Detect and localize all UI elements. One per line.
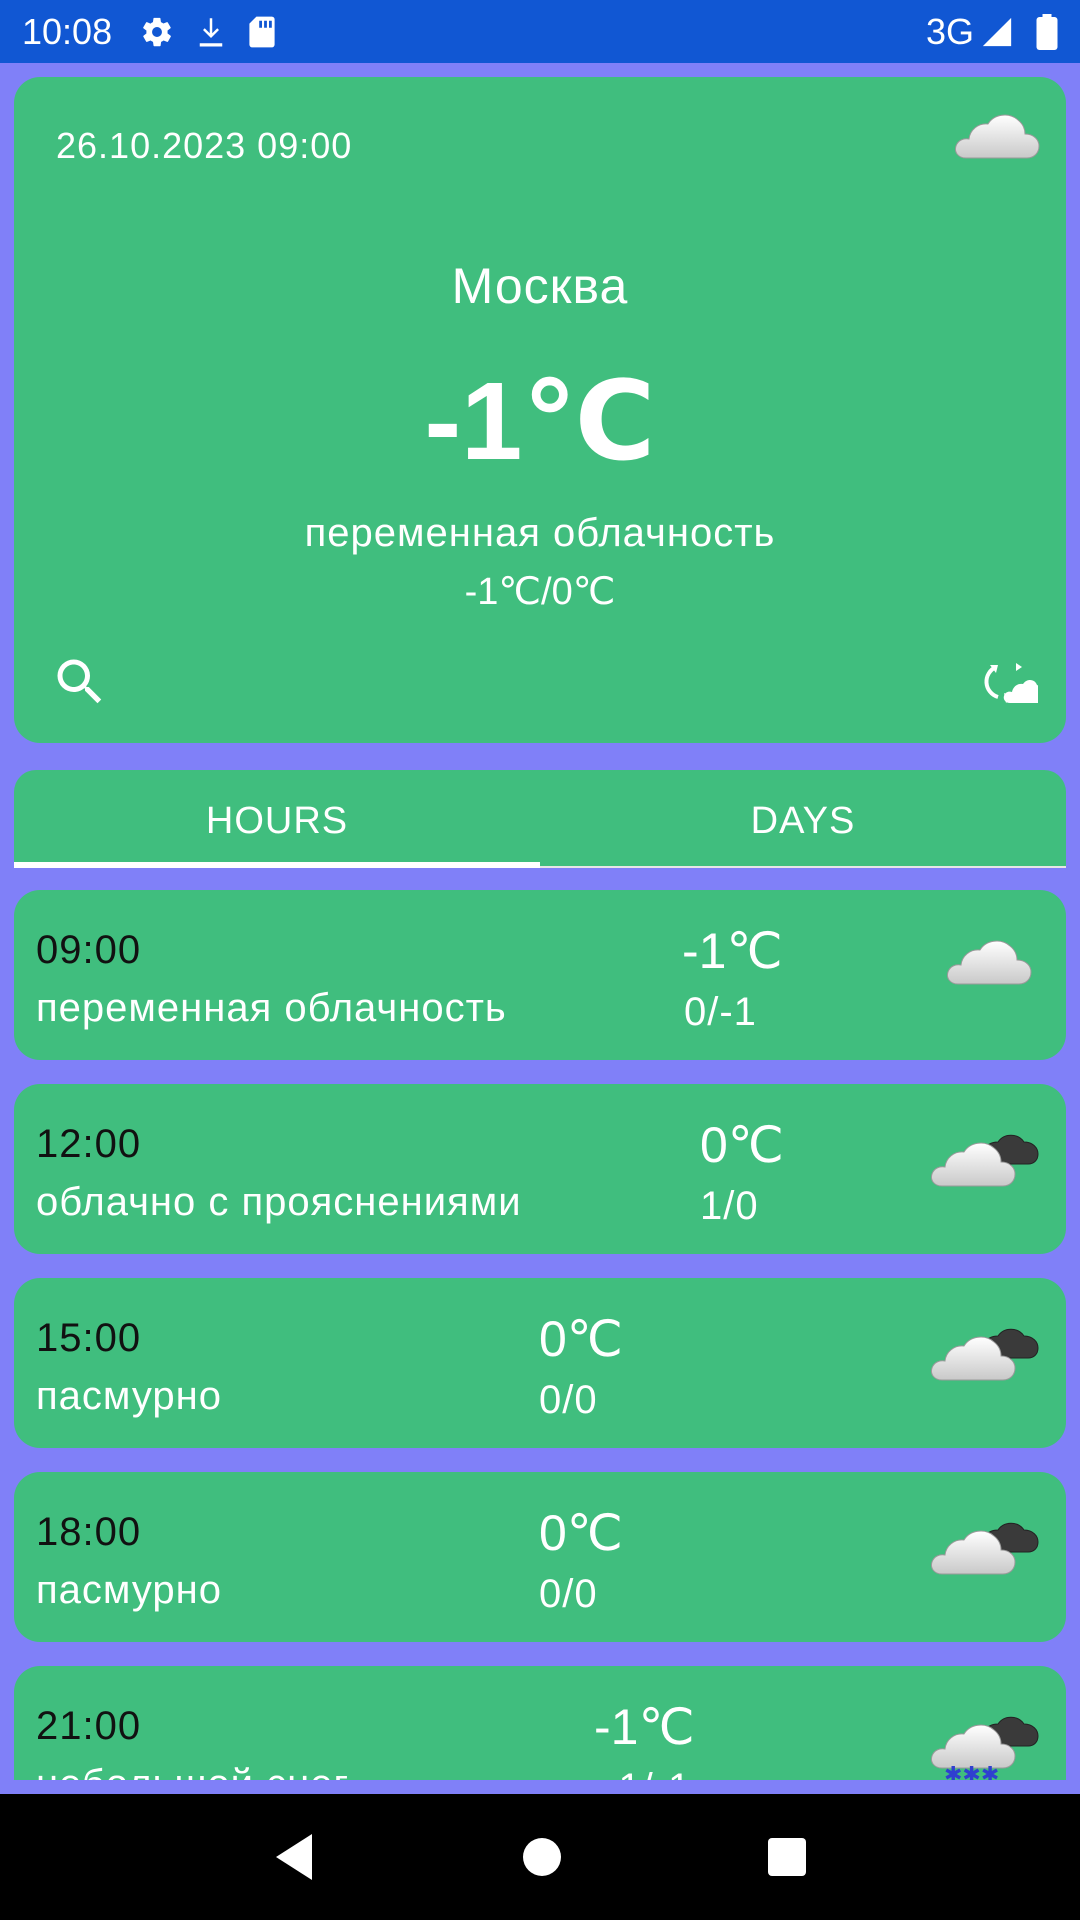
current-date: 26.10.2023 09:00 (56, 125, 353, 166)
tab-days-indicator (540, 866, 1066, 868)
hour-time: 18:00 (36, 1510, 142, 1554)
hour-condition: небольшой снег (36, 1762, 349, 1780)
hour-temp: -1℃ (682, 923, 783, 979)
network-type: 3G (925, 10, 974, 52)
cloud-icon (944, 928, 1040, 997)
tab-hours[interactable]: HOURS (14, 770, 540, 868)
status-bar: 10:08 3G (0, 0, 1080, 63)
tab-bar: HOURS DAYS (14, 770, 1066, 868)
clouds-icon (930, 1510, 1040, 1585)
svg-text:✱✱✱: ✱✱✱ (944, 1763, 999, 1780)
recents-icon[interactable] (766, 1836, 808, 1878)
current-temp: -1℃ (424, 360, 656, 483)
hour-minmax: -1/-1 (604, 1766, 691, 1780)
hour-condition: переменная облачность (36, 986, 507, 1030)
list-item[interactable]: 15:00 пасмурно 0℃ 0/0 (14, 1278, 1066, 1448)
hour-time: 12:00 (36, 1122, 142, 1166)
tab-days-label: DAYS (750, 800, 856, 842)
hour-minmax: 0/0 (539, 1572, 598, 1616)
current-weather-card: 26.10.2023 09:00 Москва -1℃ переменная о… (14, 77, 1066, 743)
list-item[interactable]: 18:00 пасмурно 0℃ 0/0 (14, 1472, 1066, 1642)
current-condition: переменная облачность (304, 511, 776, 555)
temp-range: -1℃/0℃ (464, 571, 616, 613)
hour-time: 21:00 (36, 1704, 142, 1748)
city-name: Москва (451, 258, 629, 314)
tab-days[interactable]: DAYS (540, 770, 1066, 868)
navigation-bar (0, 1794, 1080, 1920)
clouds-icon (930, 1122, 1040, 1197)
hour-minmax: 1/0 (700, 1184, 759, 1228)
signal-icon (980, 15, 1014, 49)
hour-temp: 0℃ (539, 1505, 623, 1561)
hour-minmax: 0/-1 (684, 990, 757, 1034)
partly-cloudy-icon (952, 102, 1048, 171)
hour-condition: пасмурно (36, 1568, 222, 1612)
home-icon[interactable] (521, 1836, 563, 1878)
sd-card-icon (248, 15, 276, 49)
hour-temp: 0℃ (539, 1311, 623, 1367)
hour-time: 09:00 (36, 928, 142, 972)
hour-temp: 0℃ (700, 1117, 784, 1173)
tab-hours-label: HOURS (205, 800, 349, 842)
list-item[interactable]: 12:00 облачно с прояснениями 0℃ 1/0 (14, 1084, 1066, 1254)
hour-time: 15:00 (36, 1316, 142, 1360)
back-icon[interactable] (272, 1832, 318, 1882)
status-time: 10:08 (22, 10, 113, 52)
hour-condition: облачно с прояснениями (36, 1180, 522, 1224)
hour-temp: -1℃ (594, 1699, 695, 1755)
sync-weather-icon[interactable] (982, 657, 1042, 712)
hour-condition: пасмурно (36, 1374, 222, 1418)
hour-minmax: 0/0 (539, 1378, 598, 1422)
tab-hours-indicator (14, 862, 540, 868)
list-item[interactable]: 09:00 переменная облачность -1℃ 0/-1 (14, 890, 1066, 1060)
clouds-icon (930, 1316, 1040, 1391)
list-item[interactable]: 21:00 небольшой снег -1℃ -1/-1 ✱✱✱ (14, 1666, 1066, 1780)
snow-cloud-icon: ✱✱✱ (930, 1704, 1040, 1780)
download-icon (196, 15, 226, 49)
hourly-list[interactable]: 09:00 переменная облачность -1℃ 0/-1 12:… (0, 890, 1080, 1780)
search-icon[interactable] (50, 652, 110, 717)
battery-icon (1036, 13, 1058, 50)
gear-icon (140, 15, 174, 49)
